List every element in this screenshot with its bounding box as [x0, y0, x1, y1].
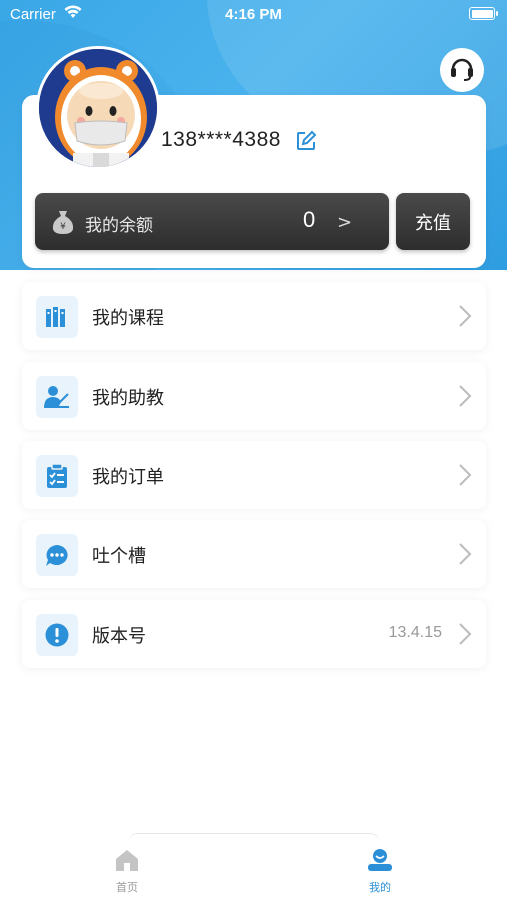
- chevron-right-icon: [458, 384, 472, 408]
- avatar[interactable]: [36, 46, 160, 170]
- menu-item-assistant[interactable]: 我的助教: [22, 362, 486, 430]
- menu-item-feedback[interactable]: 吐个槽: [22, 520, 486, 588]
- chevron-right-icon: [458, 304, 472, 328]
- clock: 4:16 PM: [225, 6, 282, 23]
- recharge-button[interactable]: 充值: [396, 193, 470, 250]
- chevron-right-icon: >: [337, 212, 353, 233]
- headset-icon: [447, 53, 477, 87]
- home-icon: [114, 850, 140, 876]
- chat-icon: [36, 534, 78, 576]
- chevron-right-icon: [458, 622, 472, 646]
- menu-item-version[interactable]: 版本号 13.4.15: [22, 600, 486, 668]
- edit-icon[interactable]: [295, 130, 317, 152]
- tab-label: 我的: [369, 881, 391, 894]
- chevron-right-icon: [458, 542, 472, 566]
- order-icon: [36, 455, 78, 497]
- status-bar: Carrier 4:16 PM: [0, 0, 507, 30]
- books-icon: [36, 296, 78, 338]
- customer-service-button[interactable]: [440, 48, 484, 92]
- menu-label: 我的订单: [92, 467, 164, 488]
- tab-home[interactable]: 首页: [97, 848, 157, 895]
- battery-icon: [469, 7, 498, 20]
- money-bag-icon: ¥: [51, 209, 75, 235]
- svg-text:¥: ¥: [60, 222, 66, 232]
- info-icon: [36, 614, 78, 656]
- teacher-icon: [36, 376, 78, 418]
- phone-number: 138****4388: [161, 128, 281, 151]
- menu-label: 我的课程: [92, 308, 164, 329]
- balance-value: 0: [303, 207, 316, 232]
- menu-label: 吐个槽: [92, 546, 146, 567]
- balance-bar[interactable]: ¥ 我的余额 0 >: [35, 193, 389, 250]
- chevron-right-icon: [458, 463, 472, 487]
- user-icon: [367, 849, 393, 876]
- balance-label: 我的余额: [85, 216, 153, 236]
- menu-item-courses[interactable]: 我的课程: [22, 282, 486, 350]
- tabbar-divider: [128, 833, 380, 843]
- tab-label: 首页: [116, 881, 138, 894]
- menu-label: 版本号: [92, 626, 146, 647]
- tab-mine[interactable]: 我的: [350, 848, 410, 895]
- version-value: 13.4.15: [388, 624, 442, 641]
- menu-label: 我的助教: [92, 388, 164, 409]
- menu-item-orders[interactable]: 我的订单: [22, 441, 486, 509]
